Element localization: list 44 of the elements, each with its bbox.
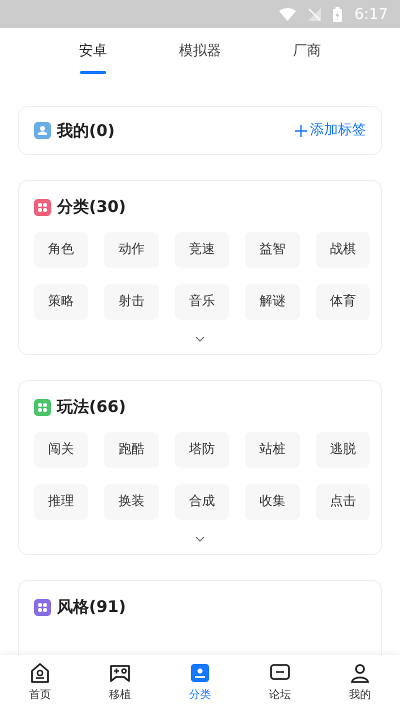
tag-chip[interactable]: 角色 [34,232,88,268]
tag-chip[interactable]: 益智 [245,232,300,268]
chevron-down-icon[interactable] [195,536,205,542]
tab[interactable]: 模拟器 [179,41,221,86]
person-icon [349,662,371,684]
user-icon [34,122,51,139]
chevron-down-icon[interactable] [195,336,205,342]
nav-item[interactable]: 我的 [320,655,400,711]
tag-chip[interactable]: 竞速 [174,232,230,268]
category-icon [189,662,211,684]
tag-chip[interactable]: 站桩 [245,432,300,468]
nav-item[interactable]: 分类 [160,655,240,711]
tab[interactable]: 安卓 [79,41,107,86]
tag-chip[interactable]: 射击 [104,284,159,320]
tag-chip[interactable]: 动作 [104,232,159,268]
home-icon [29,662,51,684]
add-tag-link[interactable]: 添加标签 [295,120,366,141]
nav-item[interactable]: 论坛 [240,655,320,711]
tag-chip[interactable]: 策略 [34,284,88,320]
nav-item[interactable]: 首页 [0,655,80,711]
tag-chip[interactable]: 音乐 [174,284,230,320]
tag-chip[interactable]: 跑酷 [104,432,159,468]
tag-chip[interactable]: 合成 [174,484,230,520]
tag-chip[interactable]: 换装 [104,484,159,520]
tag-chip[interactable]: 解谜 [245,284,300,320]
card-title: 风格(91) [57,596,126,618]
tag-chip[interactable]: 体育 [316,284,370,320]
plus-icon [295,124,307,136]
wifi-icon [279,8,296,20]
tag-chip[interactable]: 收集 [245,484,300,520]
tag-chip[interactable]: 战棋 [316,232,370,268]
tag-chip[interactable]: 塔防 [174,432,230,468]
card-title: 分类(30) [57,196,126,218]
tag-chip[interactable]: 推理 [34,484,88,520]
tag-chip[interactable]: 点击 [316,484,370,520]
tag-chip[interactable]: 闯关 [34,432,88,468]
card-title: 我的(0) [57,120,115,142]
nav-item[interactable]: 移植 [80,655,160,711]
gamepad-icon [109,662,131,684]
battery-icon [333,6,342,22]
tag-chip[interactable]: 逃脱 [316,432,370,468]
tab[interactable]: 厂商 [293,41,321,86]
no-signal-icon [308,8,322,20]
card-title: 玩法(66) [57,396,126,418]
